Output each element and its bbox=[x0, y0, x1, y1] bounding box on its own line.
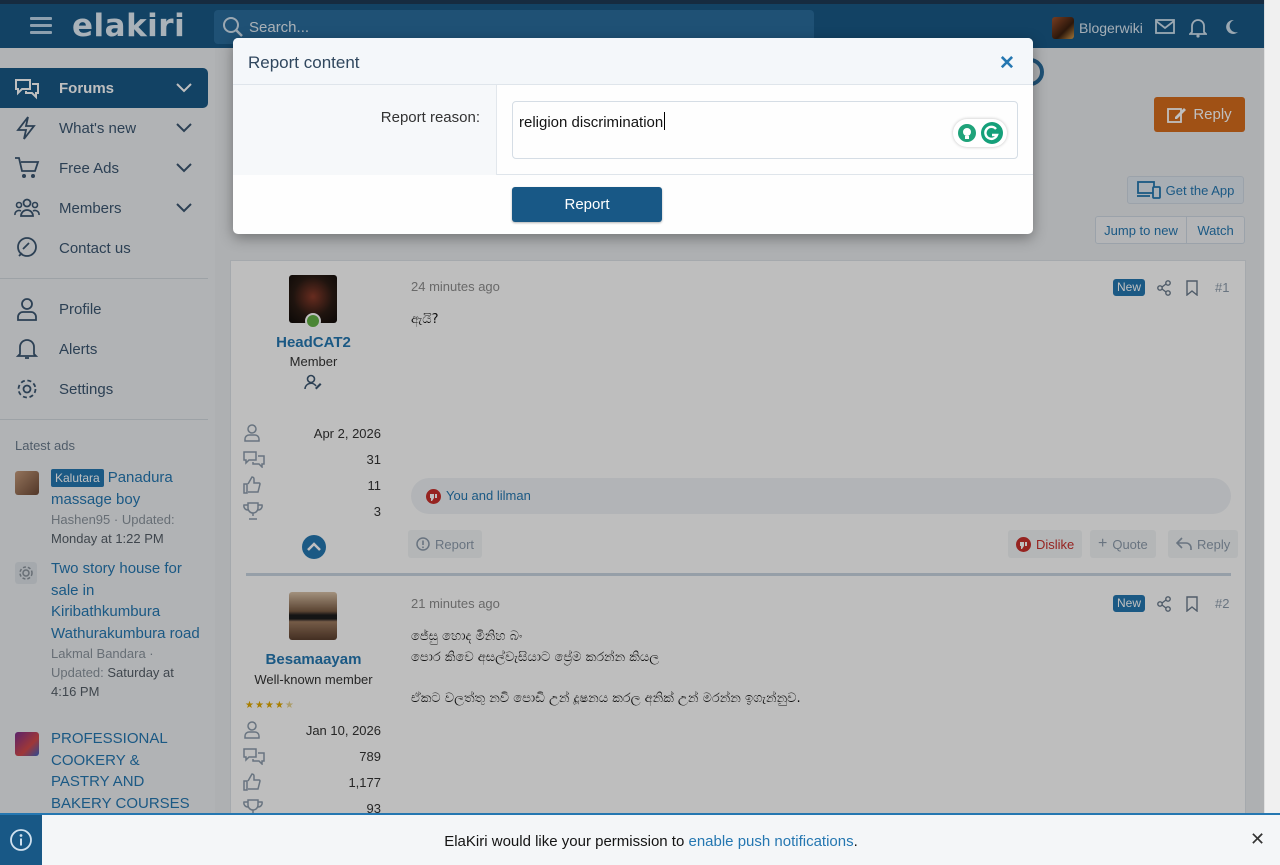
report-reason-value: religion discrimination bbox=[519, 112, 666, 131]
page-scrollbar[interactable] bbox=[1264, 0, 1280, 813]
push-notification-notice: ElaKiri would like your permission to en… bbox=[0, 813, 1280, 865]
close-icon[interactable]: ✕ bbox=[1250, 829, 1265, 850]
submit-report-button[interactable]: Report bbox=[512, 187, 662, 222]
notice-text: ElaKiri would like your permission to en… bbox=[444, 833, 858, 850]
dialog-header: Report content ✕ bbox=[233, 38, 1033, 85]
close-icon[interactable]: ✕ bbox=[999, 52, 1015, 75]
grammarly-widget[interactable] bbox=[953, 119, 1007, 147]
text-caret bbox=[664, 112, 666, 130]
lightbulb-icon bbox=[958, 124, 976, 142]
report-reason-label: Report reason: bbox=[380, 109, 480, 126]
enable-push-notifications-link[interactable]: enable push notifications bbox=[688, 833, 853, 850]
dialog-title: Report content bbox=[248, 53, 360, 72]
report-reason-input[interactable]: religion discrimination bbox=[512, 101, 1018, 159]
report-content-dialog: Report content ✕ Report reason: religion… bbox=[233, 38, 1033, 234]
form-label-cell: Report reason: bbox=[233, 85, 497, 175]
report-reason-row: Report reason: religion discrimination bbox=[233, 85, 1033, 175]
grammarly-icon bbox=[981, 122, 1003, 144]
